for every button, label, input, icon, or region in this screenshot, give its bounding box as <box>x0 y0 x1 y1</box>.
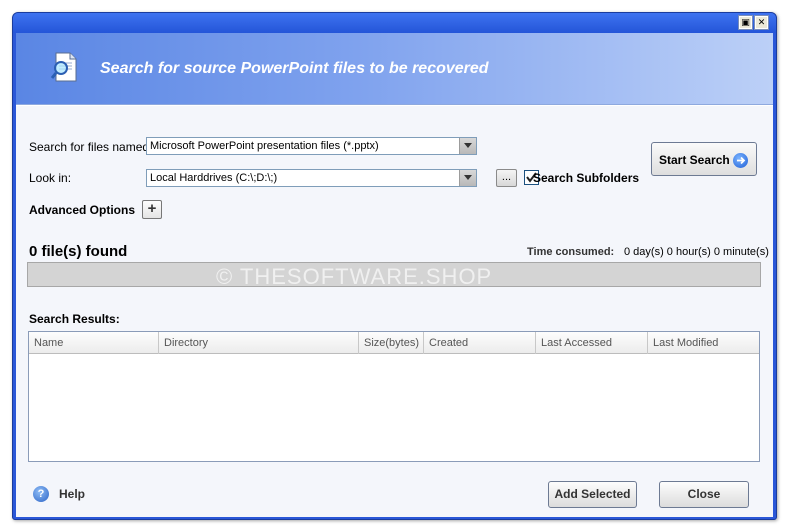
help-icon[interactable]: ? <box>33 486 49 502</box>
file-type-select[interactable]: Microsoft PowerPoint presentation files … <box>146 137 477 155</box>
look-in-label: Look in: <box>29 171 72 185</box>
dialog-body: Search for files named: Microsoft PowerP… <box>16 106 773 517</box>
close-window-button[interactable]: ✕ <box>754 15 769 30</box>
search-subfolders-label: Search Subfolders <box>533 171 640 185</box>
browse-button[interactable]: ... <box>496 169 517 187</box>
column-header-name[interactable]: Name <box>29 332 159 354</box>
column-header-last-accessed[interactable]: Last Accessed <box>536 332 648 354</box>
column-header-created[interactable]: Created <box>424 332 536 354</box>
app-window: ▣ ✕ Search for source PowerPoint files t… <box>12 12 777 520</box>
results-table-header: Name Directory Size(bytes) Created Last … <box>29 332 759 354</box>
page-title: Search for source PowerPoint files to be… <box>100 60 489 77</box>
advanced-options-label: Advanced Options <box>29 203 136 217</box>
file-type-select-value: Microsoft PowerPoint presentation files … <box>150 140 379 152</box>
watermark-text: © THESOFTWARE.SHOP <box>216 264 493 289</box>
header-banner: Search for source PowerPoint files to be… <box>16 33 773 105</box>
time-consumed-value: 0 day(s) 0 hour(s) 0 minute(s) <box>624 246 769 258</box>
column-header-last-modified[interactable]: Last Modified <box>648 332 759 354</box>
help-link[interactable]: Help <box>59 487 85 501</box>
files-found-count: 0 file(s) found <box>29 243 128 260</box>
dialog-client: Search for source PowerPoint files to be… <box>16 33 773 517</box>
arrow-right-icon <box>733 153 748 168</box>
search-document-icon <box>50 51 80 85</box>
look-in-select[interactable]: Local Harddrives (C:\;D:\;) <box>146 169 477 187</box>
column-header-directory[interactable]: Directory <box>159 332 359 354</box>
chevron-down-icon[interactable] <box>459 138 476 154</box>
search-results-label: Search Results: <box>29 312 120 326</box>
search-files-label: Search for files named: <box>29 140 153 154</box>
chevron-down-icon[interactable] <box>459 170 476 186</box>
advanced-options-toggle[interactable]: + <box>142 200 162 219</box>
start-search-button[interactable]: Start Search <box>651 142 757 176</box>
title-bar: ▣ ✕ <box>13 13 776 33</box>
maximize-button[interactable]: ▣ <box>738 15 753 30</box>
column-header-size[interactable]: Size(bytes) <box>359 332 424 354</box>
time-consumed-label: Time consumed: <box>527 246 615 258</box>
close-button[interactable]: Close <box>659 481 749 508</box>
results-table[interactable]: Name Directory Size(bytes) Created Last … <box>28 331 760 462</box>
add-selected-button[interactable]: Add Selected <box>548 481 637 508</box>
look-in-select-value: Local Harddrives (C:\;D:\;) <box>150 172 278 184</box>
